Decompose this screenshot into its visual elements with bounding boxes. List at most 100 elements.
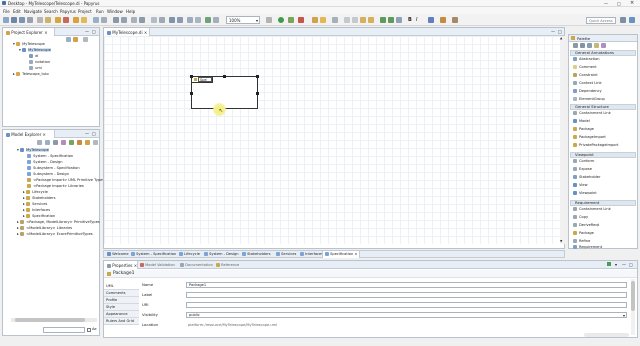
palette-item[interactable]: Model — [573, 119, 590, 124]
tab-system-design[interactable]: System - Design — [202, 251, 241, 258]
layout-icon[interactable] — [93, 17, 99, 23]
tree-item[interactable]: ▸ <Package, ModelLibrary> PrimitiveTypes — [17, 220, 100, 226]
distribute-icon[interactable] — [121, 17, 127, 23]
palette-item[interactable]: Stakeholder — [573, 175, 601, 180]
palette-item[interactable]: Viewpoint — [573, 191, 597, 196]
quick-access-field[interactable]: Quick Access — [586, 17, 616, 24]
nav-icon[interactable] — [396, 17, 402, 23]
snap-icon[interactable] — [159, 17, 165, 23]
cut-icon[interactable] — [37, 17, 43, 23]
tab-specification[interactable]: Specification × — [322, 251, 361, 258]
expand-icon[interactable]: ▸ — [23, 190, 25, 194]
tab-model-validation[interactable]: Model Validation — [140, 263, 175, 267]
tree-item[interactable]: ▸ <ModelLibrary> Libraries — [17, 226, 72, 232]
tab-reference[interactable]: Reference — [216, 263, 239, 267]
go-back-icon[interactable] — [380, 17, 386, 23]
link-editor-icon[interactable] — [73, 37, 78, 42]
tab-model-explorer[interactable]: Model Explorer × — [3, 130, 55, 138]
palette-item[interactable]: Comment — [573, 65, 597, 70]
expand-icon[interactable]: ▾ — [19, 48, 21, 52]
properties-horizontal-scrollbar[interactable] — [584, 333, 629, 337]
close-icon[interactable]: × — [44, 30, 47, 35]
expand-icon[interactable]: ▾ — [13, 42, 15, 46]
palette-item[interactable]: Containment Link — [573, 207, 611, 212]
expand-icon[interactable]: ▸ — [17, 226, 19, 230]
view-menu-icon[interactable] — [93, 140, 98, 145]
line-color-icon[interactable] — [452, 17, 458, 23]
category-style[interactable]: Style — [104, 304, 139, 311]
palette-item[interactable]: Expose — [573, 167, 592, 172]
diagram-canvas[interactable]: Spe ↖ — [104, 36, 560, 244]
perspective-icon[interactable] — [620, 17, 626, 23]
toolbar-icon[interactable] — [69, 140, 74, 145]
tree-item-uml[interactable]: uml — [29, 66, 42, 72]
close-icon[interactable]: × — [43, 132, 46, 137]
back-icon[interactable] — [344, 17, 350, 23]
filter-input[interactable] — [43, 327, 85, 333]
external-tools-icon[interactable] — [298, 17, 304, 23]
toolbar-icon[interactable] — [77, 140, 82, 145]
tab-welcome[interactable]: Welcome — [105, 251, 131, 258]
tab-documentation[interactable]: Documentation — [180, 263, 213, 267]
maximize-view-icon[interactable]: □ — [558, 29, 562, 34]
tree-item[interactable]: Subsystem - Specification — [27, 166, 80, 172]
view-menu-icon[interactable] — [83, 37, 88, 42]
print-icon[interactable] — [27, 17, 33, 23]
tree-item-model[interactable]: ▾ MyTelescope — [19, 48, 51, 54]
undo-icon[interactable] — [73, 17, 79, 23]
category-uml[interactable]: UML — [104, 283, 139, 290]
tree-item[interactable]: System - Design — [27, 160, 63, 166]
palette-item[interactable]: Abstraction — [573, 57, 600, 62]
package-name-editor[interactable]: Spe — [198, 77, 212, 82]
tab-services[interactable]: Services — [274, 251, 298, 258]
tab-project-explorer[interactable]: Project Explorer × — [3, 28, 55, 36]
category-profile[interactable]: Profile — [104, 297, 139, 304]
selection-handle[interactable] — [190, 92, 193, 95]
tree-item[interactable]: ▸ Services — [23, 202, 47, 208]
minimize-view-icon[interactable]: — — [85, 29, 89, 34]
palette-item[interactable]: PrivatePackageImport — [573, 143, 618, 148]
expand-icon[interactable]: ▸ — [13, 72, 15, 76]
select-tool-icon[interactable] — [573, 43, 578, 48]
palette-item[interactable]: Context Link — [573, 81, 602, 86]
maximize-button[interactable]: □ — [617, 1, 621, 6]
horizontal-scrollbar[interactable] — [11, 318, 97, 322]
expand-icon[interactable]: ▸ — [23, 202, 25, 206]
palette-item[interactable]: Dependency — [573, 89, 602, 94]
tree-item[interactable]: ▸ Lifecycle — [23, 190, 48, 196]
italic-icon[interactable]: I — [416, 17, 417, 23]
palette-group-requirement[interactable]: Requirement — [570, 200, 636, 206]
selection-handle[interactable] — [256, 92, 259, 95]
label-field[interactable] — [186, 292, 627, 298]
tree-item-di[interactable]: di — [29, 54, 38, 60]
expand-icon[interactable]: ▸ — [17, 232, 19, 236]
selection-handle[interactable] — [190, 75, 193, 78]
tree-item[interactable]: <Package Import> UML Primitive Types — [27, 178, 104, 184]
note-tool-icon[interactable] — [594, 43, 599, 48]
papyrus-perspective-icon[interactable] — [629, 17, 635, 23]
paste-icon[interactable] — [55, 17, 61, 23]
palette-group-viewpoint[interactable]: Viewpoint — [570, 152, 636, 158]
close-icon[interactable]: × — [144, 30, 147, 35]
filter-checkbox[interactable] — [87, 328, 91, 332]
save-icon[interactable] — [11, 17, 17, 23]
font-icon[interactable] — [266, 17, 272, 23]
tree-item[interactable]: ▸ Specification — [23, 214, 55, 220]
tree-item[interactable]: System - Specification — [27, 154, 73, 160]
fit-icon[interactable] — [187, 17, 193, 23]
tree-item-telescope-tuto[interactable]: ▸ Telescope_tuto — [13, 72, 49, 78]
tree-item[interactable]: ▸ Stakeholders — [23, 196, 56, 202]
arrange-icon[interactable] — [131, 17, 137, 23]
debug-icon[interactable] — [288, 17, 294, 23]
close-button[interactable]: × — [630, 0, 634, 6]
toolbar-icon[interactable] — [61, 140, 66, 145]
palette-item[interactable]: DeriveReqt — [573, 223, 599, 228]
maximize-view-icon[interactable]: □ — [92, 131, 96, 136]
view-menu-icon[interactable]: ▾ — [615, 262, 617, 267]
package-shape[interactable]: Spe — [190, 75, 259, 109]
minimize-button[interactable]: — — [604, 1, 608, 6]
category-rulers-and-grid[interactable]: Rulers And Grid — [104, 318, 139, 325]
bold-icon[interactable]: B — [408, 17, 412, 23]
tab-system-specification[interactable]: System - Specification — [129, 251, 178, 258]
new-icon[interactable] — [3, 17, 9, 23]
